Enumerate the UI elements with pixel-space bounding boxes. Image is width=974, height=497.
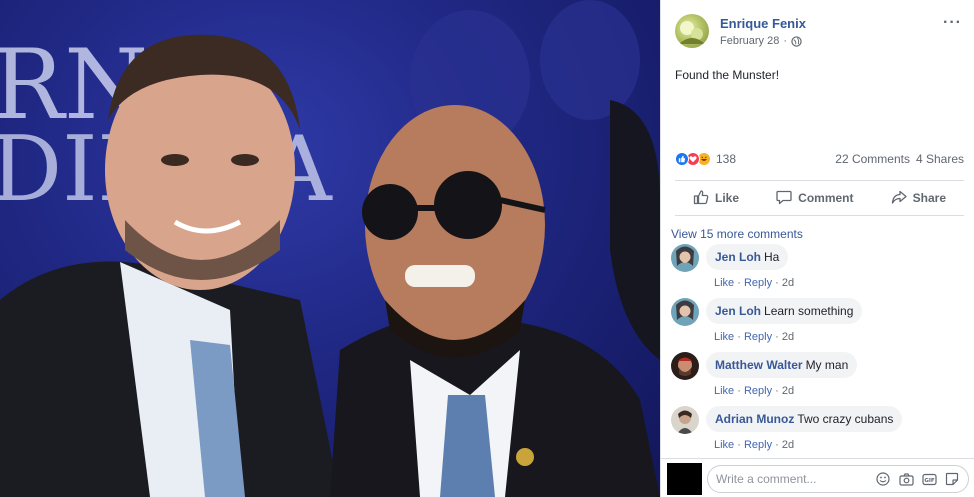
gif-icon[interactable]: GIF [921, 471, 937, 487]
composer-tools: GIF [875, 471, 960, 487]
commenter-name[interactable]: Adrian Munoz [715, 412, 794, 426]
reaction-count: 138 [716, 152, 737, 166]
camera-icon[interactable] [898, 471, 914, 487]
comment-button[interactable]: Comment [776, 189, 854, 208]
like-button[interactable]: Like [693, 189, 739, 208]
comments-count[interactable]: 22 Comments [835, 152, 910, 166]
comment-text: My man [805, 358, 849, 372]
comment-reply-link[interactable]: Reply [744, 331, 772, 343]
comment-like-link[interactable]: Like [714, 277, 734, 289]
comment-reply-link[interactable]: Reply [744, 385, 772, 397]
comment-input-box: GIF [707, 465, 969, 493]
more-options-icon[interactable]: ··· [943, 14, 962, 32]
post-header: Enrique Fenix February 28 · ··· [675, 12, 964, 52]
post-actions: Like Comment Share [675, 180, 964, 216]
post-caption: Found the Munster! [675, 68, 780, 82]
comment-text: Ha [764, 250, 780, 264]
share-arrow-icon [891, 189, 907, 208]
comment-bubble: Jen Loh Learn something [706, 298, 863, 324]
view-more-comments-link[interactable]: View 15 more comments [671, 227, 803, 241]
like-label: Like [715, 191, 740, 205]
post-side-panel: Enrique Fenix February 28 · ··· Found th… [660, 0, 974, 497]
comment-composer: GIF [661, 458, 974, 497]
photo-illustration: RNIG DIN SA [0, 0, 660, 497]
sticker-icon[interactable] [944, 471, 960, 487]
comment-text: Two crazy cubans [797, 412, 894, 426]
author-name[interactable]: Enrique Fenix [720, 16, 806, 31]
comment-meta: Like · Reply · 2d [714, 385, 795, 397]
commenter-name[interactable]: Jen Loh [715, 304, 761, 318]
current-user-avatar [667, 463, 702, 495]
svg-text:GIF: GIF [924, 478, 935, 484]
comment-text: Learn something [764, 304, 854, 318]
commenter-name[interactable]: Jen Loh [715, 250, 761, 264]
commenter-avatar[interactable] [671, 406, 699, 434]
comment-reply-link[interactable]: Reply [744, 277, 772, 289]
comment-bubble: Jen Loh Ha [706, 244, 789, 270]
comment-like-link[interactable]: Like [714, 385, 734, 397]
comment-meta: Like · Reply · 2d [714, 439, 795, 451]
reactions-summary[interactable]: 138 [675, 152, 736, 166]
comment-bubble: Matthew Walter My man [706, 352, 858, 378]
commenter-avatar[interactable] [671, 298, 699, 326]
comment-meta: Like · Reply · 2d [714, 277, 795, 289]
comment-like-link[interactable]: Like [714, 439, 734, 451]
stats-right: 22 Comments 4 Shares [835, 152, 964, 166]
comment-like-link[interactable]: Like [714, 331, 734, 343]
share-label: Share [912, 191, 946, 205]
post-meta: February 28 · [720, 35, 802, 47]
commenter-name[interactable]: Matthew Walter [715, 358, 803, 372]
post-photo[interactable]: RNIG DIN SA [0, 0, 660, 497]
like-reaction-icon [675, 152, 689, 166]
author-avatar[interactable] [675, 14, 709, 48]
commenter-avatar[interactable] [671, 352, 699, 380]
comment-bubble: Adrian Munoz Two crazy cubans [706, 406, 903, 432]
emoji-icon[interactable] [875, 471, 891, 487]
commenter-avatar[interactable] [671, 244, 699, 272]
comment-time[interactable]: 2d [782, 439, 794, 451]
shares-count[interactable]: 4 Shares [916, 152, 964, 166]
comment-reply-link[interactable]: Reply [744, 439, 772, 451]
post-stats: 138 22 Comments 4 Shares [675, 152, 964, 170]
comment-label: Comment [798, 191, 854, 205]
comment-time[interactable]: 2d [782, 277, 794, 289]
comment-input[interactable] [716, 472, 875, 486]
comment-time[interactable]: 2d [782, 331, 794, 343]
post-date[interactable]: February 28 [720, 35, 779, 47]
speech-bubble-icon [776, 189, 792, 208]
thumbs-up-icon [693, 189, 709, 208]
share-button[interactable]: Share [891, 189, 946, 208]
comment-meta: Like · Reply · 2d [714, 331, 795, 343]
globe-icon [791, 35, 802, 47]
comment-time[interactable]: 2d [782, 385, 794, 397]
